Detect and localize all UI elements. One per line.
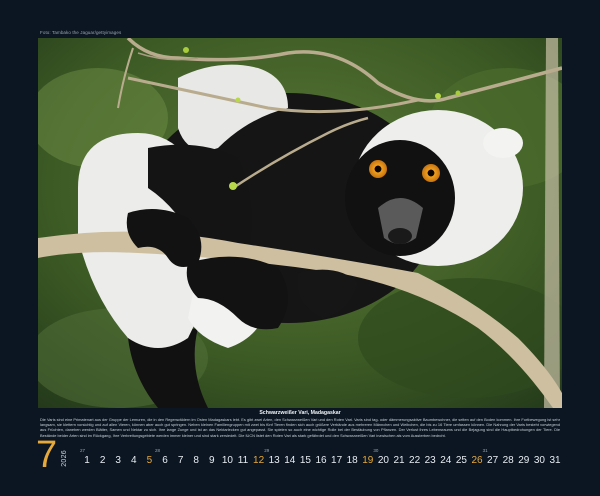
calendar-day: 31 [549,455,561,466]
week-number: 28 [155,448,161,453]
photo-credit: Foto: Tambako the Jaguar/gettyimages [40,30,122,35]
caption-title: Schwarzweißer Vari, Madagaskar [259,410,341,416]
lemur-illustration [38,38,562,408]
week-number: 29 [264,448,270,453]
week-number: 31 [482,448,488,453]
month-number: 7 [36,434,58,476]
year-label: 2026 [61,450,68,467]
lemur-photo [38,38,562,408]
caption-text: Die Varis sind eine Primatenart aus der … [40,417,560,438]
week-number: 27 [80,448,86,453]
calendar-days: 27 1 2 3 4 5 6 28 7 8 9 10 11 12 13 29 14 15 16 17 18 19 20 30… [78,448,564,479]
week-number: 30 [373,448,379,453]
